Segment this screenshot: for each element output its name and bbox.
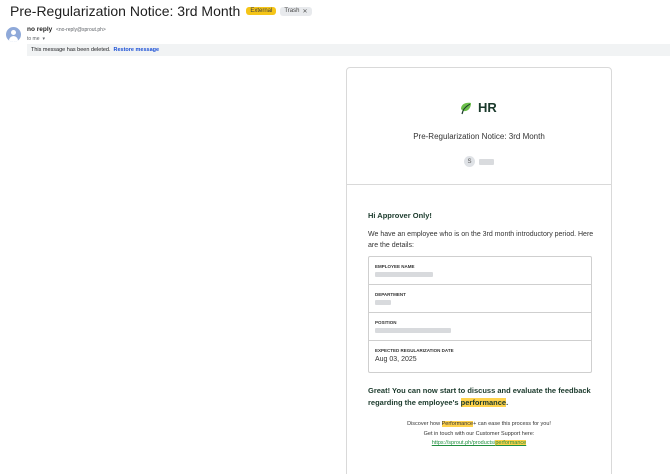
deleted-notice-text: This message has been deleted.: [31, 47, 111, 53]
footer-line-3: https://sprout.ph/products/performance: [347, 439, 611, 449]
external-badge: External: [246, 7, 277, 15]
trash-label-badge[interactable]: Trash ✕: [280, 6, 312, 16]
sender-info: no reply <no-reply@sprout.ph>: [27, 26, 106, 33]
highlighted-word: performance: [495, 440, 527, 446]
highlighted-word: performance: [460, 397, 507, 407]
detail-label: POSITION: [375, 320, 397, 325]
detail-expected-regularization-date: EXPECTED REGULARIZATION DATE Aug 03, 202…: [369, 341, 591, 373]
remove-label-icon[interactable]: ✕: [302, 8, 307, 15]
user-chip: S: [464, 156, 494, 167]
user-avatar: S: [464, 156, 475, 167]
redacted-value: [375, 272, 433, 277]
employee-details-table: EMPLOYEE NAME DEPARTMENT POSITION EXPECT…: [368, 256, 592, 373]
restore-message-link[interactable]: Restore message: [114, 47, 160, 53]
detail-value: Aug 03, 2025: [375, 356, 417, 363]
email-body-card: HR Pre-Regularization Notice: 3rd Month …: [346, 67, 612, 474]
sender-avatar[interactable]: [6, 27, 21, 42]
sprout-leaf-icon: [461, 102, 471, 114]
sender-name[interactable]: no reply: [27, 26, 52, 33]
footer-line-1: Discover how Performance+ can ease this …: [407, 421, 551, 427]
intro-text: We have an employee who is on the 3rd mo…: [368, 231, 594, 249]
greeting: Hi Approver Only!: [368, 211, 432, 220]
divider: [347, 184, 611, 185]
trash-label-text: Trash: [284, 8, 300, 14]
detail-label: EMPLOYEE NAME: [375, 264, 415, 269]
sender-email: <no-reply@sprout.ph>: [55, 27, 106, 33]
closing-message: Great! You can now start to discuss and …: [368, 386, 591, 407]
chevron-down-icon[interactable]: ▾: [43, 36, 46, 42]
email-header: Pre-Regularization Notice: 3rd Month Ext…: [10, 3, 312, 19]
redacted-user-name: [479, 158, 494, 165]
notice-title: Pre-Regularization Notice: 3rd Month: [413, 132, 545, 141]
detail-position: POSITION: [369, 313, 591, 341]
brand-name: HR: [478, 100, 497, 115]
person-icon: [11, 30, 16, 35]
recipient-label: to me: [27, 36, 40, 42]
footer-line-2: Get in touch with our Customer Support h…: [423, 430, 535, 437]
deleted-notice-bar: This message has been deleted. Restore m…: [27, 44, 670, 56]
detail-label: DEPARTMENT: [375, 292, 406, 297]
footer: Discover how Performance+ can ease this …: [347, 420, 611, 449]
support-link[interactable]: https://sprout.ph/products/performance: [432, 440, 527, 446]
brand-logo: HR: [459, 100, 497, 115]
highlighted-word: Performance: [441, 421, 474, 427]
redacted-value: [375, 328, 451, 333]
email-subject: Pre-Regularization Notice: 3rd Month: [10, 3, 241, 19]
redacted-value: [375, 300, 391, 305]
recipient-details-toggle[interactable]: to me ▾: [27, 36, 45, 42]
detail-label: EXPECTED REGULARIZATION DATE: [375, 348, 454, 353]
detail-employee-name: EMPLOYEE NAME: [369, 257, 591, 285]
detail-department: DEPARTMENT: [369, 285, 591, 313]
